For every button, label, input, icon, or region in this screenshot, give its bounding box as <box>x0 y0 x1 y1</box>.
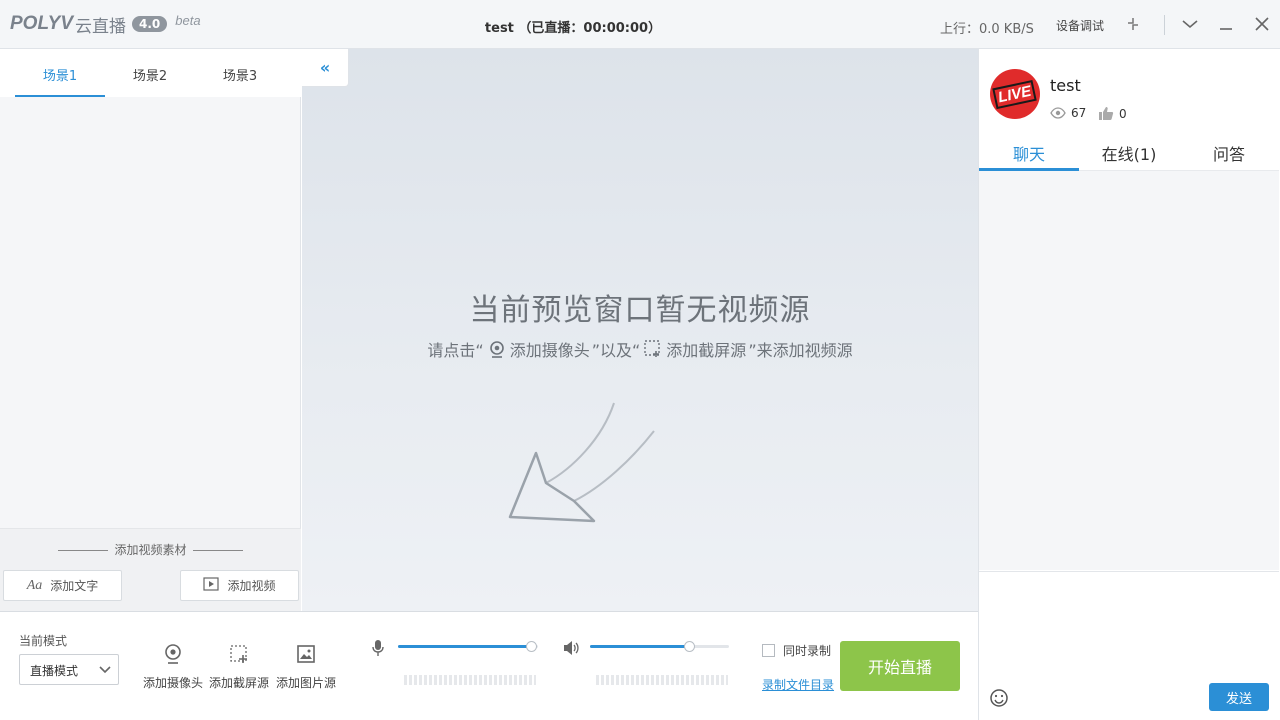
add-video-button[interactable]: 添加视频 <box>180 570 299 601</box>
room-name: test <box>1050 76 1081 95</box>
chat-tabs: 聊天 在线(1) 问答 <box>979 140 1279 171</box>
tab-scene-1[interactable]: 场景1 <box>15 49 105 97</box>
close-icon[interactable] <box>1252 14 1272 34</box>
hint-suffix: ”来添加视频源 <box>748 341 853 360</box>
chat-message-list <box>979 171 1279 570</box>
microphone-volume-slider[interactable] <box>398 641 538 652</box>
tab-qa[interactable]: 问答 <box>1179 140 1279 170</box>
speaker-volume-fill <box>590 645 690 648</box>
add-image-button[interactable]: 添加图片源 <box>276 642 336 691</box>
hint-mid: ”以及“ <box>591 341 641 360</box>
mode-label: 当前模式 <box>19 634 68 648</box>
screenshot-icon <box>644 340 660 357</box>
chat-panel: LIVE test 67 0 聊天 在线(1) 问答 发送 <box>978 49 1280 720</box>
live-logo-text: LIVE <box>992 79 1038 109</box>
start-live-button[interactable]: 开始直播 <box>840 641 960 691</box>
chat-input-area[interactable]: 发送 <box>979 571 1279 720</box>
upload-speed: 上行：0.0 KB/S <box>940 22 1034 37</box>
collapse-panel-button[interactable]: « <box>302 49 349 87</box>
microphone-level-meter <box>404 675 536 685</box>
hint-camera: 添加摄像头 <box>509 341 590 360</box>
minimize-icon[interactable] <box>1216 14 1236 34</box>
tab-scene-2[interactable]: 场景2 <box>105 49 195 97</box>
image-icon <box>276 642 336 666</box>
chevron-down-icon <box>98 660 112 681</box>
emoji-icon[interactable] <box>989 688 1009 712</box>
camera-icon <box>143 642 203 666</box>
tab-scene-3[interactable]: 场景3 <box>195 49 285 97</box>
double-chevron-left-icon: « <box>319 58 331 77</box>
tab-online[interactable]: 在线(1) <box>1079 140 1179 170</box>
scene-panel: 场景1 场景2 场景3 添加视频素材 Aa 添加文字 添加视频 <box>0 49 301 611</box>
control-bar: 当前模式 直播模式 添加摄像头 添加截屏源 添加图片源 同时录制 录制文件目录 … <box>0 611 978 720</box>
microphone-volume-knob[interactable] <box>526 641 537 652</box>
arrow-illustration <box>508 402 655 523</box>
add-video-label: 添加视频 <box>227 579 276 593</box>
preview-empty-title: 当前预览窗口暂无视频源 <box>469 293 811 328</box>
screenshot-icon <box>209 642 269 666</box>
speaker-level-meter <box>596 675 728 685</box>
sync-record-label: 同时录制 <box>783 644 832 658</box>
title-bar: POLYV 云直播 4.0 beta test （已直播：00:00:00） 上… <box>0 0 1280 49</box>
like-count: 0 <box>1098 106 1127 121</box>
titlebar-divider <box>1164 15 1165 35</box>
mode-value: 直播模式 <box>30 664 79 678</box>
shrink-icon[interactable] <box>1123 14 1143 34</box>
sync-record-option[interactable]: 同时录制 <box>762 642 831 659</box>
avatar: LIVE <box>990 69 1040 119</box>
chevron-down-icon[interactable] <box>1180 14 1200 34</box>
speaker-icon[interactable] <box>562 639 580 661</box>
eye-icon <box>1050 107 1066 119</box>
add-camera-label: 添加摄像头 <box>143 676 204 690</box>
speaker-volume-knob[interactable] <box>684 641 695 652</box>
add-text-label: 添加文字 <box>50 579 99 593</box>
scene-tabs: 场景1 场景2 场景3 <box>0 49 301 97</box>
view-count-value: 67 <box>1071 106 1087 120</box>
add-material-label: 添加视频素材 <box>0 541 301 558</box>
device-test-button[interactable]: 设备调试 <box>1056 17 1104 34</box>
tab-chat[interactable]: 聊天 <box>979 140 1079 171</box>
material-panel: 添加视频素材 Aa 添加文字 添加视频 <box>0 528 301 611</box>
camera-icon <box>489 341 504 358</box>
add-camera-button[interactable]: 添加摄像头 <box>143 642 203 691</box>
text-icon: Aa <box>26 577 43 593</box>
like-count-value: 0 <box>1119 106 1127 121</box>
sync-record-checkbox[interactable] <box>762 644 775 657</box>
preview-hint: 请点击“ 添加摄像头 ”以及“ 添加截屏源 ”来添加视频源 <box>302 337 978 361</box>
speaker-volume-slider[interactable] <box>590 641 729 652</box>
hint-prefix: 请点击“ <box>427 341 484 360</box>
hint-screen: 添加截屏源 <box>666 341 747 360</box>
mode-select[interactable]: 直播模式 <box>19 654 119 685</box>
microphone-icon[interactable] <box>371 639 385 661</box>
add-text-button[interactable]: Aa 添加文字 <box>3 570 122 601</box>
play-icon <box>203 576 220 595</box>
record-directory-link[interactable]: 录制文件目录 <box>762 676 834 693</box>
microphone-volume-fill <box>398 645 532 648</box>
add-screen-button[interactable]: 添加截屏源 <box>209 642 269 691</box>
thumbs-up-icon <box>1099 107 1114 120</box>
send-button[interactable]: 发送 <box>1209 683 1269 711</box>
add-image-label: 添加图片源 <box>276 676 337 690</box>
view-count: 67 <box>1050 106 1086 120</box>
preview-window: « 当前预览窗口暂无视频源 请点击“ 添加摄像头 ”以及“ 添加截屏源 ”来添加… <box>302 49 978 611</box>
add-screen-label: 添加截屏源 <box>209 676 270 690</box>
